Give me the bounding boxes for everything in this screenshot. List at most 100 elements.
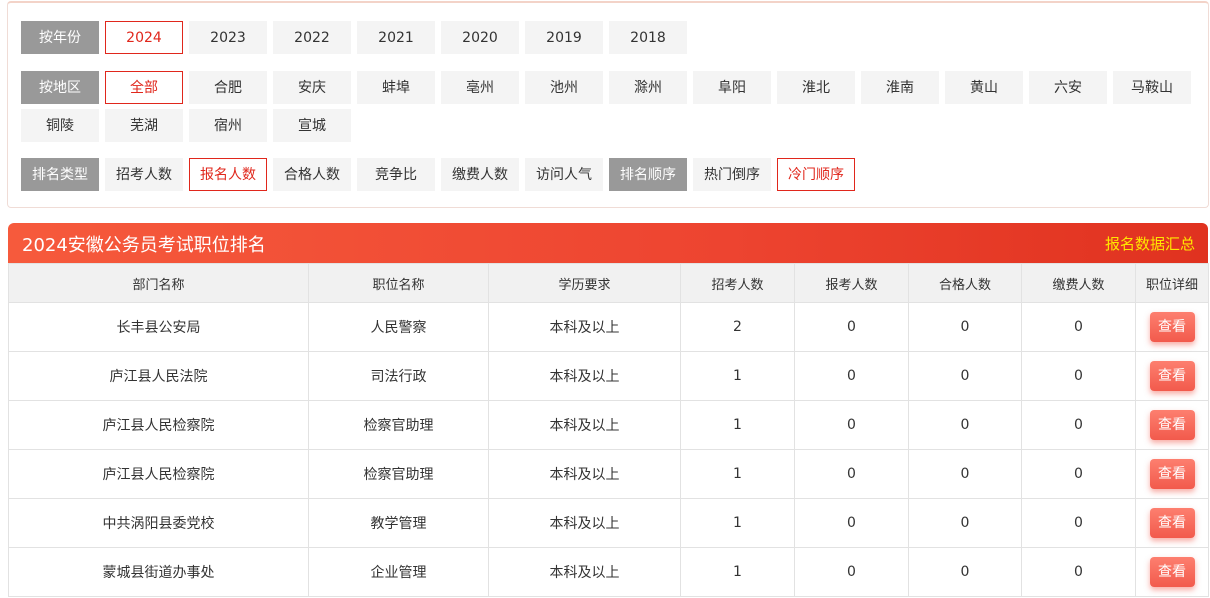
region-option[interactable]: 黄山 xyxy=(945,71,1023,104)
region-option[interactable]: 全部 xyxy=(105,71,183,104)
rank-type-option[interactable]: 合格人数 xyxy=(273,158,351,191)
table-cell: 1 xyxy=(680,498,795,548)
year-option[interactable]: 2022 xyxy=(273,21,351,54)
table-row: 蒙城县街道办事处 企业管理 本科及以上 1 0 0 0 查看 xyxy=(8,547,1209,597)
region-option[interactable]: 合肥 xyxy=(189,71,267,104)
table-cell: 本科及以上 xyxy=(488,351,681,401)
table-cell: 1 xyxy=(680,351,795,401)
table-cell: 0 xyxy=(1021,302,1136,352)
table-cell: 0 xyxy=(794,302,909,352)
table-cell: 本科及以上 xyxy=(488,400,681,450)
summary-link[interactable]: 报名数据汇总 xyxy=(1105,233,1195,254)
region-option[interactable]: 马鞍山 xyxy=(1113,71,1191,104)
rank-type-option[interactable]: 访问人气 xyxy=(525,158,603,191)
region-option[interactable]: 安庆 xyxy=(273,71,351,104)
rank-order-label: 排名顺序 xyxy=(609,158,687,191)
view-button[interactable]: 查看 xyxy=(1149,361,1195,391)
column-header: 职位详细 xyxy=(1135,263,1209,303)
view-button[interactable]: 查看 xyxy=(1149,557,1195,587)
detail-cell: 查看 xyxy=(1135,547,1209,597)
table-cell: 庐江县人民检察院 xyxy=(8,449,309,499)
table-cell: 0 xyxy=(908,498,1022,548)
table-cell: 本科及以上 xyxy=(488,449,681,499)
table-row: 庐江县人民法院 司法行政 本科及以上 1 0 0 0 查看 xyxy=(8,351,1209,401)
table-row: 庐江县人民检察院 检察官助理 本科及以上 1 0 0 0 查看 xyxy=(8,400,1209,450)
rank-type-option[interactable]: 报名人数 xyxy=(189,158,267,191)
year-option[interactable]: 2023 xyxy=(189,21,267,54)
rank-filter-row: 排名类型 招考人数 报名人数 合格人数 竞争比 缴费人数 访问人气 排名顺序 热门倒序 冷门顺序 xyxy=(21,158,861,191)
column-header: 部门名称 xyxy=(8,263,309,303)
year-filter-row: 按年份 2024 2023 2022 2021 2020 2019 2018 xyxy=(21,21,693,54)
table-cell: 0 xyxy=(908,449,1022,499)
table-cell: 0 xyxy=(794,449,909,499)
ranking-title-bar: 2024安徽公务员考试职位排名 报名数据汇总 xyxy=(8,223,1208,263)
region-option[interactable]: 宣城 xyxy=(273,109,351,142)
table-cell: 蒙城县街道办事处 xyxy=(8,547,309,597)
column-header: 学历要求 xyxy=(488,263,681,303)
view-button[interactable]: 查看 xyxy=(1149,410,1195,440)
column-header: 合格人数 xyxy=(908,263,1022,303)
region-option[interactable]: 淮北 xyxy=(777,71,855,104)
table-cell: 中共涡阳县委党校 xyxy=(8,498,309,548)
table-cell: 企业管理 xyxy=(308,547,489,597)
table-cell: 庐江县人民法院 xyxy=(8,351,309,401)
view-button[interactable]: 查看 xyxy=(1149,459,1195,489)
region-option[interactable]: 铜陵 xyxy=(21,109,99,142)
table-cell: 教学管理 xyxy=(308,498,489,548)
detail-cell: 查看 xyxy=(1135,351,1209,401)
rank-order-option[interactable]: 冷门顺序 xyxy=(777,158,855,191)
region-option[interactable]: 池州 xyxy=(525,71,603,104)
table-cell: 本科及以上 xyxy=(488,547,681,597)
year-option[interactable]: 2021 xyxy=(357,21,435,54)
region-option[interactable]: 滁州 xyxy=(609,71,687,104)
year-filter-label: 按年份 xyxy=(21,21,99,54)
table-row: 庐江县人民检察院 检察官助理 本科及以上 1 0 0 0 查看 xyxy=(8,449,1209,499)
region-option[interactable]: 六安 xyxy=(1029,71,1107,104)
region-option[interactable]: 淮南 xyxy=(861,71,939,104)
view-button[interactable]: 查看 xyxy=(1149,312,1195,342)
region-option[interactable]: 蚌埠 xyxy=(357,71,435,104)
region-option[interactable]: 芜湖 xyxy=(105,109,183,142)
table-cell: 长丰县公安局 xyxy=(8,302,309,352)
table-cell: 1 xyxy=(680,449,795,499)
table-cell: 检察官助理 xyxy=(308,449,489,499)
region-option[interactable]: 阜阳 xyxy=(693,71,771,104)
region-filter-label: 按地区 xyxy=(21,71,99,104)
rank-type-option[interactable]: 招考人数 xyxy=(105,158,183,191)
rank-order-option[interactable]: 热门倒序 xyxy=(693,158,771,191)
table-row: 中共涡阳县委党校 教学管理 本科及以上 1 0 0 0 查看 xyxy=(8,498,1209,548)
table-cell: 0 xyxy=(794,547,909,597)
table-cell: 0 xyxy=(794,351,909,401)
table-cell: 0 xyxy=(908,351,1022,401)
table-cell: 0 xyxy=(1021,498,1136,548)
rank-type-label: 排名类型 xyxy=(21,158,99,191)
year-option[interactable]: 2018 xyxy=(609,21,687,54)
table-body: 长丰县公安局 人民警察 本科及以上 2 0 0 0 查看 庐江县人民法院 司法行政 本科及以上 1 0 0… xyxy=(8,302,1209,597)
region-option[interactable]: 宿州 xyxy=(189,109,267,142)
table-cell: 0 xyxy=(908,400,1022,450)
table-cell: 司法行政 xyxy=(308,351,489,401)
detail-cell: 查看 xyxy=(1135,498,1209,548)
table-cell: 检察官助理 xyxy=(308,400,489,450)
table-cell: 0 xyxy=(908,302,1022,352)
table-cell: 人民警察 xyxy=(308,302,489,352)
rank-type-option[interactable]: 竞争比 xyxy=(357,158,435,191)
detail-cell: 查看 xyxy=(1135,400,1209,450)
view-button[interactable]: 查看 xyxy=(1149,508,1195,538)
filter-panel: 按年份 2024 2023 2022 2021 2020 2019 2018 按地区 全部 合肥安… xyxy=(7,1,1209,208)
region-filter-row: 按地区 全部 合肥 安庆 蚌埠 亳州 池州 滁州 阜阳 淮北 淮南 黄山 六安 马鞍山 xyxy=(21,71,1197,104)
column-header: 缴费人数 xyxy=(1021,263,1136,303)
column-header: 职位名称 xyxy=(308,263,489,303)
detail-cell: 查看 xyxy=(1135,302,1209,352)
column-header: 报考人数 xyxy=(794,263,909,303)
year-option[interactable]: 2019 xyxy=(525,21,603,54)
region-option[interactable]: 亳州 xyxy=(441,71,519,104)
table-header-row: 部门名称 职位名称 学历要求 招考人数 报考人数 合格人数 缴费人数 职位详细 xyxy=(8,263,1209,303)
table-cell: 0 xyxy=(908,547,1022,597)
table-cell: 0 xyxy=(1021,547,1136,597)
ranking-table: 部门名称 职位名称 学历要求 招考人数 报考人数 合格人数 缴费人数 职位详细 长丰县公安局人… xyxy=(8,263,1209,597)
year-option[interactable]: 2020 xyxy=(441,21,519,54)
rank-type-option[interactable]: 缴费人数 xyxy=(441,158,519,191)
table-cell: 0 xyxy=(794,498,909,548)
year-option[interactable]: 2024 xyxy=(105,21,183,54)
